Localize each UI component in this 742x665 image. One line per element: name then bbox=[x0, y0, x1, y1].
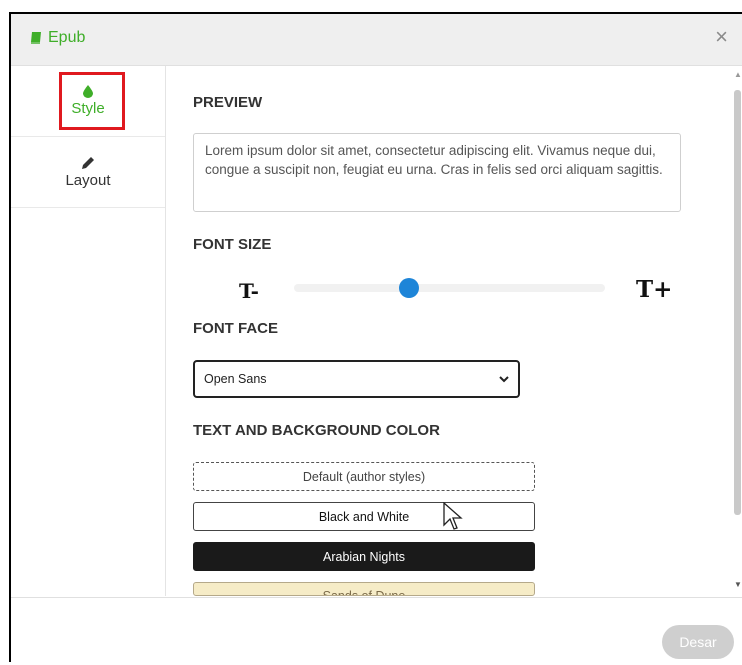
theme-black-white-button[interactable]: Black and White bbox=[193, 502, 535, 531]
preview-text: Lorem ipsum dolor sit amet, consectetur … bbox=[193, 133, 681, 212]
style-panel: PREVIEW Lorem ipsum dolor sit amet, cons… bbox=[166, 66, 731, 596]
font-size-heading: FONT SIZE bbox=[193, 236, 272, 253]
font-face-select[interactable]: Open Sans bbox=[193, 360, 520, 398]
theme-default-button[interactable]: Default (author styles) bbox=[193, 462, 535, 491]
sidebar-item-label: Layout bbox=[65, 171, 111, 189]
dialog-title-text: Epub bbox=[48, 29, 86, 46]
preview-heading: PREVIEW bbox=[193, 94, 263, 111]
sidebar-nav: Style Layout bbox=[11, 66, 166, 596]
font-size-decrease-button[interactable]: T- bbox=[239, 279, 259, 303]
theme-sands-of-dune-button[interactable]: Sands of Dune bbox=[193, 582, 535, 596]
theme-arabian-nights-button[interactable]: Arabian Nights bbox=[193, 542, 535, 571]
dialog-header: Epub × bbox=[11, 14, 742, 66]
epub-dialog: Epub × Style Layout PREVIEW Lorem ipsum … bbox=[9, 12, 742, 662]
font-size-slider[interactable] bbox=[294, 284, 605, 292]
color-heading: TEXT AND BACKGROUND COLOR bbox=[193, 422, 440, 439]
font-face-heading: FONT FACE bbox=[193, 320, 278, 337]
close-icon[interactable]: × bbox=[715, 26, 728, 48]
pencil-icon bbox=[82, 156, 94, 169]
mouse-cursor-icon bbox=[443, 502, 463, 530]
sidebar-item-layout[interactable]: Layout bbox=[11, 137, 165, 208]
chevron-down-icon bbox=[499, 376, 509, 383]
highlight-box bbox=[59, 72, 125, 130]
content-scrollbar[interactable]: ▲ ▼ bbox=[731, 66, 742, 596]
book-icon bbox=[31, 32, 41, 44]
dialog-title: Epub bbox=[30, 29, 85, 47]
font-face-value: Open Sans bbox=[204, 372, 267, 386]
sidebar-item-style[interactable]: Style bbox=[11, 66, 165, 137]
dialog-footer: Desar bbox=[11, 597, 742, 665]
close-button[interactable]: Desar bbox=[662, 625, 734, 659]
scrollbar-thumb[interactable] bbox=[734, 90, 741, 515]
font-size-slider-handle[interactable] bbox=[399, 278, 419, 298]
scroll-up-icon[interactable]: ▲ bbox=[734, 70, 742, 79]
font-size-increase-button[interactable]: T+ bbox=[636, 276, 672, 303]
scroll-down-icon[interactable]: ▼ bbox=[734, 580, 742, 589]
